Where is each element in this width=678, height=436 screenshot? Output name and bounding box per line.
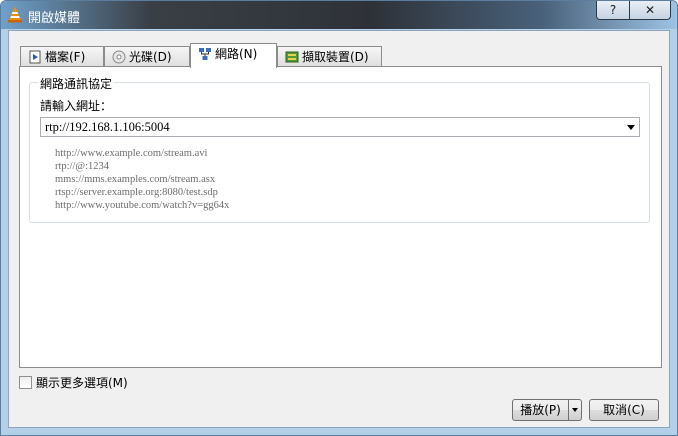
tab-disc[interactable]: 光碟(D) (104, 46, 190, 67)
dialog-client-area: 檔案(F) 光碟(D) 網路(N) 擷取裝置(D) 網路通訊協定 請輸入網址： … (8, 30, 670, 428)
group-title: 網路通訊協定 (38, 75, 115, 92)
disc-icon (112, 50, 126, 64)
network-icon (199, 48, 211, 60)
capture-device-icon (285, 51, 299, 63)
url-combobox[interactable]: rtp://192.168.1.106:5004 (40, 117, 640, 137)
window-title: 開啟媒體 (28, 11, 81, 26)
network-panel: 網路通訊協定 請輸入網址： rtp://192.168.1.106:5004 h… (19, 66, 662, 368)
play-button[interactable]: 播放(P) (512, 399, 569, 421)
file-icon (29, 50, 41, 64)
chevron-down-icon[interactable] (627, 125, 635, 130)
vlc-cone-icon (8, 6, 22, 23)
example-url: http://www.example.com/stream.avi (55, 148, 208, 159)
help-button[interactable]: ? (596, 1, 630, 20)
chevron-down-icon (572, 408, 578, 412)
open-media-dialog: 開啟媒體 ? ✕ 檔案(F) 光碟(D) 網路(N) 擷取裝置(D) 網路通訊協… (0, 0, 678, 436)
tab-network-label: 網路(N) (215, 47, 258, 61)
play-dropdown-button[interactable] (568, 399, 582, 421)
example-url: rtp://@:1234 (55, 161, 110, 172)
title-bar[interactable]: 開啟媒體 ? ✕ (1, 1, 677, 29)
url-examples: http://www.example.com/stream.avi rtp://… (55, 147, 229, 212)
url-value[interactable]: rtp://192.168.1.106:5004 (45, 120, 170, 135)
close-button[interactable]: ✕ (629, 1, 671, 20)
cancel-button[interactable]: 取消(C) (589, 399, 659, 421)
network-protocol-group: 網路通訊協定 請輸入網址： rtp://192.168.1.106:5004 h… (29, 75, 650, 223)
example-url: http://www.youtube.com/watch?v=gg64x (55, 200, 230, 211)
example-url: rtsp://server.example.org:8080/test.sdp (55, 187, 218, 198)
show-more-options-checkbox[interactable] (19, 376, 32, 389)
show-more-options-label[interactable]: 顯示更多選項(M) (36, 374, 128, 391)
tab-capture-device[interactable]: 擷取裝置(D) (277, 46, 382, 67)
url-label: 請輸入網址： (40, 99, 113, 113)
tab-disc-label: 光碟(D) (129, 50, 172, 64)
example-url: mms://mms.examples.com/stream.asx (55, 174, 216, 185)
tab-file-label: 檔案(F) (45, 50, 86, 64)
tab-file[interactable]: 檔案(F) (20, 46, 104, 67)
tab-capture-device-label: 擷取裝置(D) (302, 50, 369, 64)
tab-network[interactable]: 網路(N) (190, 43, 277, 68)
